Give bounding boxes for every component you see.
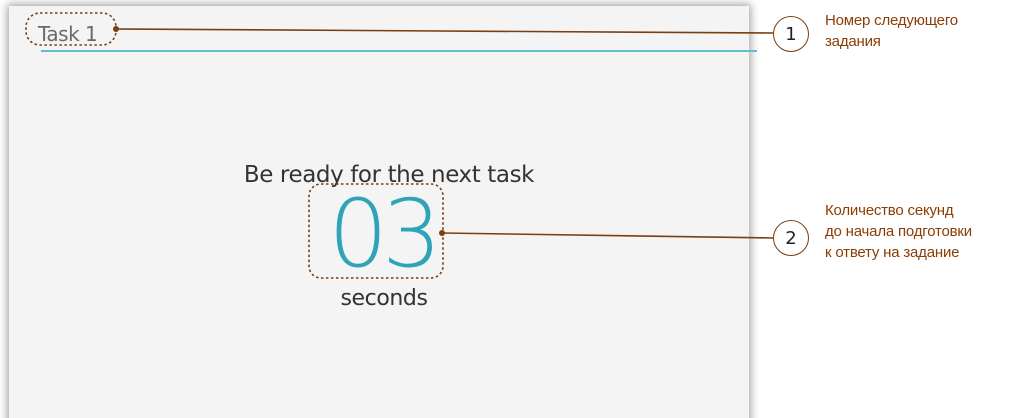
callout-2-text: Количество секунд до начала подготовки к… <box>825 200 1013 263</box>
callout-1-number: 1 <box>773 16 809 52</box>
callout-1-line-1: Номер следующего <box>825 12 958 29</box>
callout-2-line-1: Количество секунд <box>825 202 954 219</box>
callout-2-line-2: до начала подготовки <box>825 223 972 240</box>
task-countdown-screen: Task 1 Be ready for the next task 03 sec… <box>9 6 757 418</box>
callout-2-line-3: к ответу на задание <box>825 244 960 261</box>
callout-1-text: Номер следующего задания <box>825 10 1010 52</box>
callout-1-line-2: задания <box>825 33 881 50</box>
annotated-screenshot: Task 1 Be ready for the next task 03 sec… <box>0 0 1015 418</box>
seconds-label: seconds <box>340 286 428 311</box>
task-number-label: Task 1 <box>38 22 98 46</box>
header-divider <box>41 50 757 52</box>
callout-2-number: 2 <box>773 220 809 256</box>
countdown-timer: 03 <box>328 180 442 289</box>
